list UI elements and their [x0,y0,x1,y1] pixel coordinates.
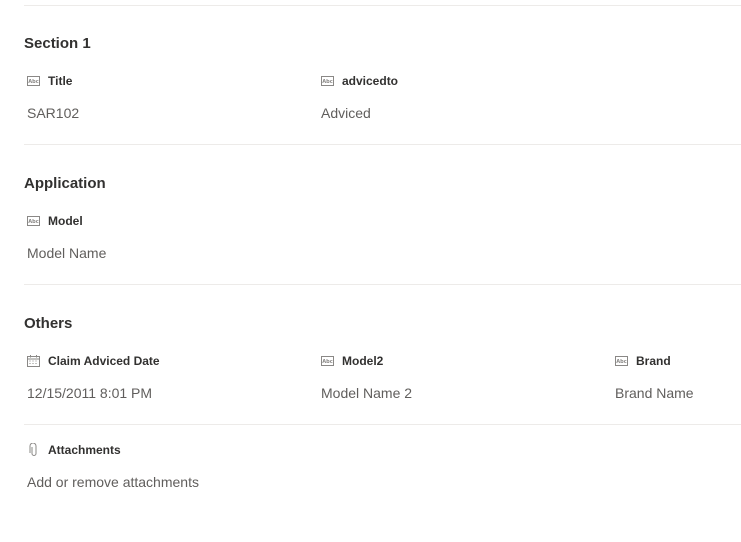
field-label: Attachments [24,442,121,458]
field-label: Abc Model2 [318,353,383,369]
field-label-text: Title [48,74,73,88]
field-value[interactable]: Model Name 2 [321,383,412,403]
list-item-form: Section 1 Abc Title SAR102 Abc advicedto [0,5,741,542]
svg-text:Abc: Abc [322,79,332,85]
field-label: Abc Brand [612,353,671,369]
field-label-text: Model [48,214,83,228]
svg-text:Abc: Abc [322,359,332,365]
field-label: Claim Adviced Date [24,353,160,369]
section-1: Section 1 Abc Title SAR102 Abc advicedto [24,6,741,144]
svg-text:Abc: Abc [28,79,38,85]
attachments-section: Attachments Add or remove attachments [24,425,741,515]
field-value[interactable]: Brand Name [615,383,694,403]
field-value[interactable]: Model Name [27,243,106,263]
section-others: Others Claim Adviced Date 12/15/2011 8:0… [24,285,741,424]
paperclip-icon [26,443,40,456]
add-remove-attachments-link[interactable]: Add or remove attachments [27,472,199,492]
field-label: Abc advicedto [318,73,398,89]
calendar-icon [26,355,40,367]
section-title: Application [24,175,106,192]
field-label-text: Brand [636,354,671,368]
field-value[interactable]: SAR102 [27,103,79,123]
text-field-icon: Abc [320,355,334,367]
field-label: Abc Model [24,213,83,229]
field-label-text: advicedto [342,74,399,88]
text-field-icon: Abc [26,215,40,227]
svg-text:Abc: Abc [28,219,38,225]
field-label-text: Claim Adviced Date [48,354,160,368]
text-field-icon: Abc [320,75,334,87]
field-value[interactable]: 12/15/2011 8:01 PM [27,383,152,403]
section-application: Application Abc Model Model Name [24,145,741,284]
field-value[interactable]: Adviced [321,103,371,123]
section-title: Section 1 [24,35,91,52]
text-field-icon: Abc [614,355,628,367]
field-label: Abc Title [24,73,72,89]
text-field-icon: Abc [26,75,40,87]
svg-text:Abc: Abc [616,359,626,365]
section-title: Others [24,315,73,332]
field-label-text: Attachments [48,443,121,457]
field-label-text: Model2 [342,354,384,368]
